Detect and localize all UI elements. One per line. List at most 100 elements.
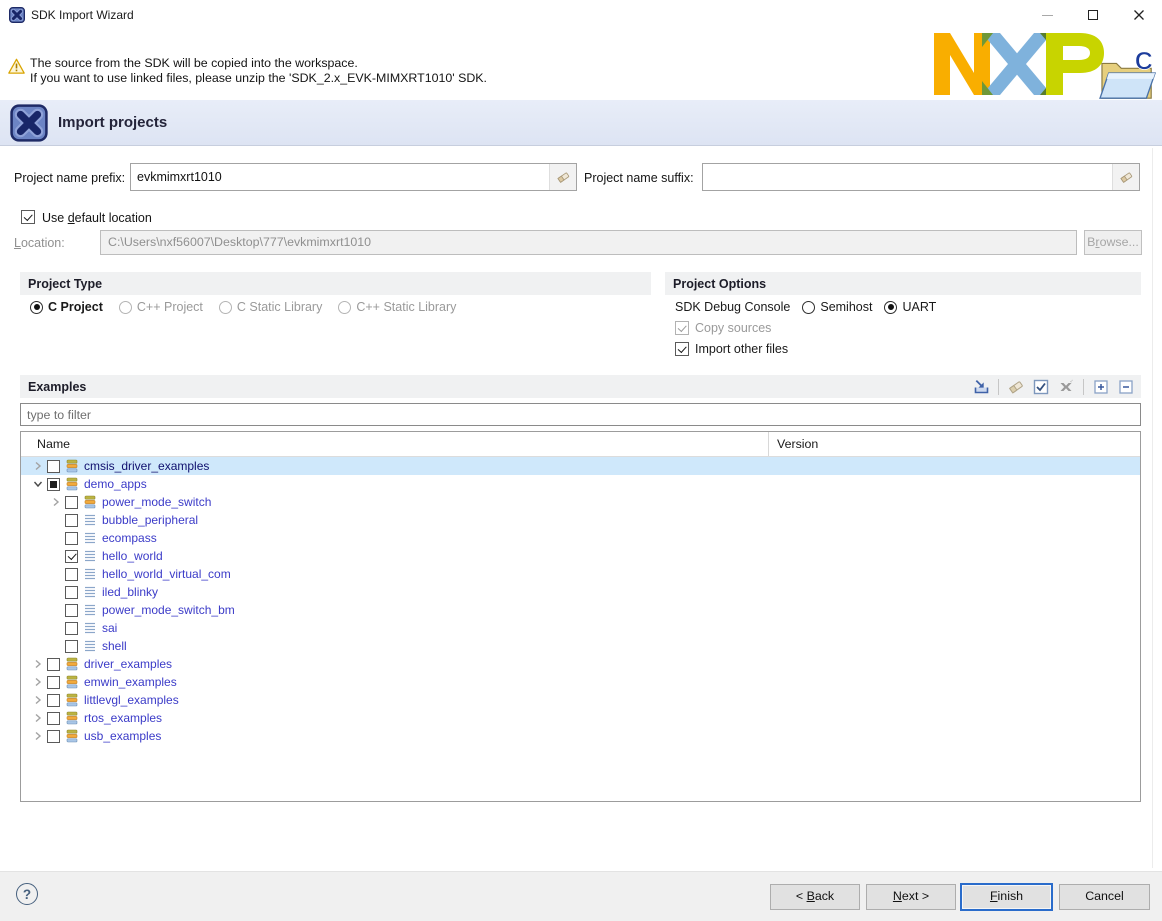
- tree-row[interactable]: littlevgl_examples: [21, 691, 1140, 709]
- tree-item-label[interactable]: ecompass: [102, 531, 157, 545]
- prefix-input[interactable]: [131, 164, 549, 190]
- tree-item-label[interactable]: hello_world: [102, 549, 163, 563]
- select-all-button[interactable]: [1031, 377, 1051, 396]
- tree-row[interactable]: usb_examples: [21, 727, 1140, 745]
- tree-item-label[interactable]: usb_examples: [84, 729, 161, 743]
- chevron-placeholder: [47, 565, 65, 583]
- copy-sources-row: Copy sources: [675, 321, 771, 335]
- tree-item-label[interactable]: bubble_peripheral: [102, 513, 198, 527]
- tree-item-label[interactable]: iled_blinky: [102, 585, 158, 599]
- tree-item-checkbox[interactable]: [47, 694, 60, 707]
- examples-title: Examples: [20, 380, 86, 394]
- tree-item-label[interactable]: power_mode_switch: [102, 495, 211, 509]
- tree-item-checkbox[interactable]: [47, 676, 60, 689]
- tree-item-label[interactable]: shell: [102, 639, 127, 653]
- radio-c-static-library[interactable]: C Static Library: [219, 300, 322, 314]
- import-other-files-label[interactable]: Import other files: [695, 342, 788, 356]
- radio-uart[interactable]: UART: [884, 300, 936, 314]
- tree-item-label[interactable]: emwin_examples: [84, 675, 177, 689]
- use-default-location-checkbox[interactable]: [21, 210, 35, 224]
- radio-semihost[interactable]: Semihost: [802, 300, 872, 314]
- location-label: Location:: [14, 236, 65, 250]
- tree-row[interactable]: emwin_examples: [21, 673, 1140, 691]
- chevron-right-icon[interactable]: [29, 457, 47, 475]
- suffix-clear-button[interactable]: [1112, 164, 1139, 190]
- cancel-button[interactable]: Cancel: [1059, 884, 1150, 910]
- tree-item-label[interactable]: power_mode_switch_bm: [102, 603, 235, 617]
- next-button[interactable]: Next >: [866, 884, 956, 910]
- prefix-field-wrap: [130, 163, 577, 191]
- tree-item-checkbox[interactable]: [65, 604, 78, 617]
- tree-item-checkbox[interactable]: [65, 586, 78, 599]
- import-other-files-checkbox[interactable]: [675, 342, 689, 356]
- tree-item-checkbox[interactable]: [47, 478, 60, 491]
- tree-row[interactable]: cmsis_driver_examples: [21, 457, 1140, 475]
- back-button[interactable]: < Back: [770, 884, 860, 910]
- sdk-debug-console-row: SDK Debug Console Semihost UART: [675, 300, 936, 314]
- radio-cpp-project[interactable]: C++ Project: [119, 300, 203, 314]
- tree-item-label[interactable]: rtos_examples: [84, 711, 162, 725]
- filter-input[interactable]: [21, 404, 1140, 425]
- column-header-name[interactable]: Name: [37, 437, 70, 451]
- import-example-button[interactable]: [971, 377, 991, 396]
- example-category-icon: [65, 729, 79, 743]
- browse-button[interactable]: Browse...: [1084, 230, 1142, 255]
- column-header-version[interactable]: Version: [777, 437, 818, 451]
- expand-all-button[interactable]: [1091, 377, 1111, 396]
- finish-button[interactable]: Finish: [960, 883, 1053, 911]
- example-item-icon: [83, 603, 97, 617]
- radio-cpp-static-library[interactable]: C++ Static Library: [338, 300, 456, 314]
- tree-row[interactable]: iled_blinky: [21, 583, 1140, 601]
- tree-item-checkbox[interactable]: [47, 712, 60, 725]
- tree-item-checkbox[interactable]: [65, 568, 78, 581]
- tree-row[interactable]: rtos_examples: [21, 709, 1140, 727]
- tree-item-checkbox[interactable]: [65, 514, 78, 527]
- suffix-input[interactable]: [703, 164, 1112, 190]
- maximize-icon: [1088, 10, 1098, 20]
- tree-item-label[interactable]: hello_world_virtual_com: [102, 567, 231, 581]
- tree-item-checkbox[interactable]: [47, 460, 60, 473]
- tree-item-checkbox[interactable]: [65, 640, 78, 653]
- chevron-right-icon[interactable]: [29, 709, 47, 727]
- collapse-all-button[interactable]: [1116, 377, 1136, 396]
- tree-row[interactable]: demo_apps: [21, 475, 1140, 493]
- tree-row[interactable]: ecompass: [21, 529, 1140, 547]
- tree-item-label[interactable]: sai: [102, 621, 117, 635]
- minimize-button[interactable]: [1024, 0, 1070, 30]
- use-default-location-label[interactable]: Use default location: [42, 211, 152, 225]
- tree-item-label[interactable]: littlevgl_examples: [84, 693, 179, 707]
- radio-c-project[interactable]: C Project: [30, 300, 103, 314]
- tree-item-label[interactable]: demo_apps: [84, 477, 147, 491]
- tree-item-checkbox[interactable]: [65, 550, 78, 563]
- tree-row[interactable]: bubble_peripheral: [21, 511, 1140, 529]
- tree-row[interactable]: power_mode_switch_bm: [21, 601, 1140, 619]
- clear-selection-button[interactable]: [1006, 377, 1026, 396]
- tree-row[interactable]: driver_examples: [21, 655, 1140, 673]
- chevron-right-icon[interactable]: [47, 493, 65, 511]
- project-options-title: Project Options: [665, 277, 766, 291]
- tree-item-label[interactable]: cmsis_driver_examples: [84, 459, 209, 473]
- maximize-button[interactable]: [1070, 0, 1116, 30]
- chevron-right-icon[interactable]: [29, 691, 47, 709]
- close-button[interactable]: [1116, 0, 1162, 30]
- column-divider[interactable]: [768, 432, 769, 456]
- tree-item-label[interactable]: driver_examples: [84, 657, 172, 671]
- tree-item-checkbox[interactable]: [65, 532, 78, 545]
- tree-row[interactable]: hello_world: [21, 547, 1140, 565]
- chevron-down-icon[interactable]: [29, 475, 47, 493]
- tree-item-checkbox[interactable]: [47, 730, 60, 743]
- tree-row[interactable]: sai: [21, 619, 1140, 637]
- chevron-right-icon[interactable]: [29, 673, 47, 691]
- chevron-right-icon[interactable]: [29, 727, 47, 745]
- tree-item-checkbox[interactable]: [65, 496, 78, 509]
- tree-row[interactable]: hello_world_virtual_com: [21, 565, 1140, 583]
- tree-row[interactable]: shell: [21, 637, 1140, 655]
- tree-row[interactable]: power_mode_switch: [21, 493, 1140, 511]
- deselect-all-button[interactable]: [1056, 377, 1076, 396]
- chevron-right-icon[interactable]: [29, 655, 47, 673]
- help-button[interactable]: ?: [16, 883, 38, 905]
- tree-item-checkbox[interactable]: [65, 622, 78, 635]
- tree-item-checkbox[interactable]: [47, 658, 60, 671]
- prefix-clear-button[interactable]: [549, 164, 576, 190]
- examples-group: Examples: [20, 375, 1141, 398]
